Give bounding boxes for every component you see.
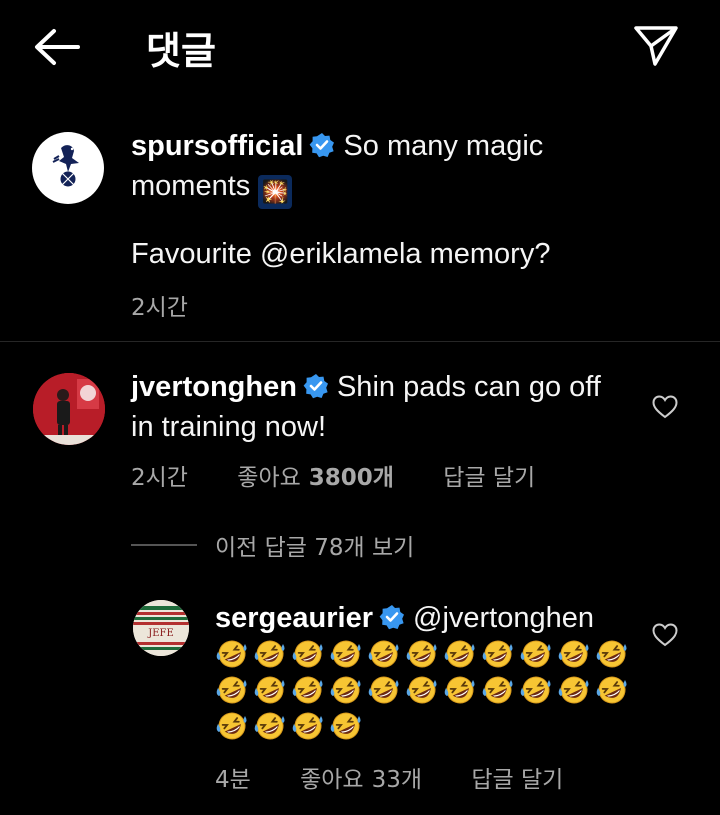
emoji-block (215, 636, 635, 744)
reply-text: sergeaurier @jvertonghen (215, 600, 645, 640)
jvertonghen-avatar[interactable] (33, 373, 105, 445)
reply-meta: 4분 좋아요 33개 답글 달기 (215, 760, 605, 794)
laughing-emoji-icon (292, 640, 323, 668)
laughing-emoji-icon (444, 640, 475, 668)
laughing-emoji-icon (292, 712, 323, 740)
laughing-emoji-icon (406, 676, 437, 704)
comment-username[interactable]: jvertonghen (131, 371, 297, 403)
laughing-emoji-icon (558, 640, 589, 668)
comment-text-2: in training now! (131, 411, 327, 443)
laughing-emoji-icon (596, 640, 627, 668)
back-button[interactable] (28, 24, 84, 70)
verified-icon (303, 372, 329, 409)
post-caption-text-2: moments (131, 170, 251, 202)
comment-text: jvertonghen Shin pads can go off in train… (131, 369, 631, 446)
reply-username[interactable]: sergeaurier (215, 602, 373, 634)
laughing-emoji-icon (558, 676, 589, 704)
emoji-row (215, 636, 635, 672)
laughing-emoji-icon (520, 676, 551, 704)
avatar-lettering: JEFE (147, 628, 174, 639)
laughing-emoji-icon (292, 676, 323, 704)
share-button[interactable] (628, 20, 684, 72)
laughing-emoji-icon (216, 676, 247, 704)
laughing-emoji-icon (254, 712, 285, 740)
reply-button[interactable]: 답글 달기 (443, 465, 535, 491)
laughing-emoji-icon (596, 676, 627, 704)
post-caption: spursofficial So many magic moments 🎇 (131, 128, 691, 209)
comment-text-1: Shin pads can go off (336, 371, 601, 403)
spurs-avatar[interactable] (32, 132, 104, 204)
sergeaurier-avatar[interactable]: JEFE (133, 600, 189, 656)
avatar-photo (33, 373, 105, 445)
emoji-row (215, 708, 635, 744)
laughing-emoji-icon (368, 640, 399, 668)
heart-icon[interactable] (651, 621, 679, 649)
send-icon (634, 26, 678, 66)
post-username[interactable]: spursofficial (131, 130, 303, 162)
divider (0, 341, 720, 342)
laughing-emoji-icon (216, 640, 247, 668)
laughing-emoji-icon (254, 676, 285, 704)
laughing-emoji-icon (216, 712, 247, 740)
post-time: 2시간 (131, 295, 188, 321)
top-bar: 댓글 (0, 0, 720, 92)
laughing-emoji-icon (520, 640, 551, 668)
post-question: Favourite @eriklamela memory? (131, 238, 551, 270)
emoji-row (215, 672, 635, 708)
laughing-emoji-icon (330, 676, 361, 704)
comment-meta: 2시간 좋아요 3800개 답글 달기 (131, 458, 577, 492)
view-replies-label: 이전 답글 78개 보기 (215, 535, 415, 561)
page-title: 댓글 (146, 29, 216, 73)
back-arrow-icon (35, 29, 80, 65)
fireworks-emoji: 🎇 (258, 175, 293, 209)
laughing-emoji-icon (406, 640, 437, 668)
comment-likes[interactable]: 좋아요 3800개 (237, 465, 394, 491)
avatar-photo: JEFE (133, 600, 189, 656)
laughing-emoji-icon (254, 640, 285, 668)
verified-icon (379, 603, 405, 640)
laughing-emoji-icon (482, 640, 513, 668)
laughing-emoji-icon (330, 640, 361, 668)
heart-icon[interactable] (651, 393, 679, 421)
comment-time: 2시간 (131, 465, 188, 491)
view-replies-button[interactable]: 이전 답글 78개 보기 (131, 528, 414, 562)
laughing-emoji-icon (482, 676, 513, 704)
spurs-logo (52, 145, 79, 187)
reply-mention[interactable]: @jvertonghen (413, 602, 594, 634)
post-caption-text-1: So many magic (343, 130, 544, 162)
reply-reply-button[interactable]: 답글 달기 (471, 767, 563, 793)
laughing-emoji-icon (368, 676, 399, 704)
laughing-emoji-icon (330, 712, 361, 740)
reply-time: 4분 (215, 767, 251, 793)
reply-likes[interactable]: 좋아요 33개 (300, 767, 422, 793)
verified-icon (309, 131, 335, 168)
reply-thread-line (131, 544, 197, 546)
laughing-emoji-icon (444, 676, 475, 704)
